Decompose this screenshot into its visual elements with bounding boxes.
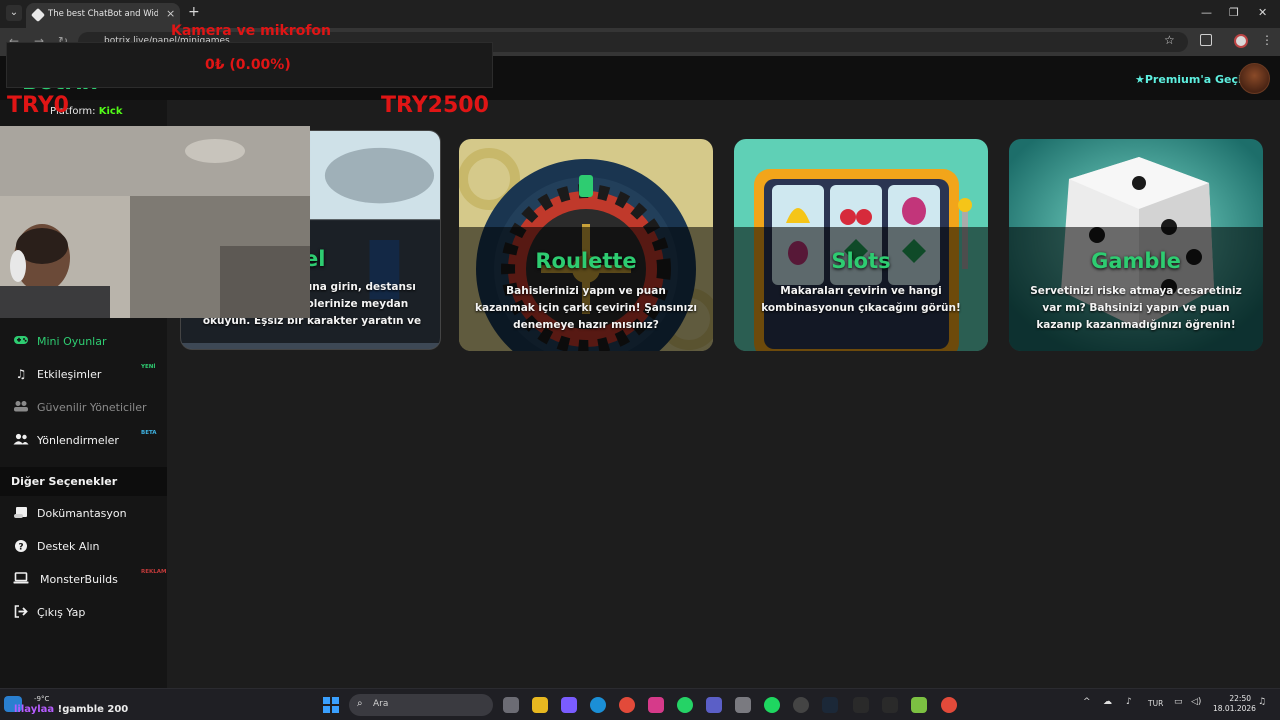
beta-badge: BETA	[141, 430, 157, 436]
capcut-icon[interactable]	[882, 697, 898, 713]
file-explorer-icon[interactable]	[532, 697, 548, 713]
premium-label: Premium'a Geçin	[1144, 73, 1250, 86]
sidebar-item-trusted-managers[interactable]: Güvenilir Yöneticiler	[0, 394, 167, 422]
onedrive-icon[interactable]: ☁	[1103, 697, 1112, 707]
ticker-command: !gamble 200	[57, 704, 129, 715]
section-title: Diğer Seçenekler	[11, 475, 118, 488]
search-icon: ⌕	[357, 698, 363, 709]
card-title: Slots	[831, 249, 891, 273]
search-placeholder: Ara	[373, 699, 389, 709]
clock[interactable]: 22:50 18.01.2026	[1213, 694, 1256, 714]
sidebar-item-label: Çıkış Yap	[37, 606, 86, 619]
sidebar-item-label: Dokümantasyon	[37, 507, 127, 520]
tray-overflow-icon[interactable]: ^	[1083, 697, 1091, 707]
section-other-options: Diğer Seçenekler	[0, 467, 167, 496]
copilot-icon[interactable]	[561, 697, 577, 713]
microphone-icon[interactable]: ♪	[1126, 697, 1132, 707]
site-favicon-icon	[30, 7, 46, 23]
svg-text:?: ?	[18, 543, 23, 553]
browser-menu-icon[interactable]: ⋮	[1261, 33, 1273, 47]
obs-icon[interactable]	[793, 697, 809, 713]
volume-icon[interactable]: ◁)	[1191, 697, 1201, 707]
language-indicator[interactable]: TUR	[1148, 699, 1163, 708]
spotify-icon[interactable]	[764, 697, 780, 713]
scroll-icon	[13, 506, 29, 520]
teams-icon[interactable]	[706, 697, 722, 713]
ad-badge: REKLAM	[141, 569, 167, 575]
tab-title: The best ChatBot and Widgets	[48, 9, 158, 19]
platform-value: Kick	[98, 106, 123, 117]
card-description: Servetinizi riske atmaya cesaretiniz var…	[1030, 285, 1242, 331]
epic-games-icon[interactable]	[853, 697, 869, 713]
android-app-icon[interactable]	[911, 697, 927, 713]
network-icon[interactable]: ▭	[1174, 697, 1183, 707]
task-view-icon[interactable]	[503, 697, 519, 713]
tab-search-icon[interactable]: ⌄	[6, 5, 22, 21]
close-window-icon[interactable]: ✕	[1258, 6, 1267, 19]
card-title: Gamble	[1091, 249, 1181, 273]
clock-date: 18.01.2026	[1213, 704, 1256, 713]
sidebar-item-mini-games[interactable]: Mini Oyunlar	[0, 328, 167, 356]
clock-time: 22:50	[1229, 694, 1251, 703]
game-card-roulette[interactable]: Roulette Bahislerinizi yapın ve puan kaz…	[459, 139, 713, 351]
notification-bell-icon[interactable]: ♫	[1258, 697, 1266, 707]
chrome-active-icon[interactable]	[941, 697, 957, 713]
question-circle-icon: ?	[13, 539, 29, 553]
sidebar-item-support[interactable]: ? Destek Alın	[0, 533, 167, 561]
taskbar-search[interactable]: ⌕ Ara	[349, 694, 493, 716]
webcam-feed	[0, 126, 310, 318]
laptop-icon	[13, 572, 29, 586]
users-muted-icon	[13, 400, 29, 414]
sidebar-item-logout[interactable]: Çıkış Yap	[0, 599, 167, 627]
new-tab-button[interactable]: +	[188, 4, 200, 20]
chrome-icon[interactable]	[619, 697, 635, 713]
users-icon	[13, 433, 29, 447]
temperature: -9°C	[34, 695, 50, 703]
sidebar-item-label: Güvenilir Yöneticiler	[37, 401, 147, 414]
minimize-icon[interactable]: —	[1201, 6, 1212, 19]
maximize-icon[interactable]: ❐	[1229, 6, 1239, 19]
music-note-icon: ♫	[15, 367, 27, 381]
right-balance: TRY2500	[381, 93, 489, 118]
whatsapp-icon[interactable]	[677, 697, 693, 713]
left-balance: TRY0	[7, 93, 69, 118]
sidebar-item-redirects[interactable]: Yönlendirmeler BETA	[0, 427, 167, 455]
game-card-slots[interactable]: Slots Makaraları çevirin ve hangi kombin…	[734, 139, 988, 351]
start-icon[interactable]	[323, 697, 339, 713]
instagram-icon[interactable]	[648, 697, 664, 713]
sidebar-item-label: Etkileşimler	[37, 368, 102, 381]
card-description: Makaraları çevirin ve hangi kombinasyonu…	[761, 285, 961, 314]
sidebar-item-documentation[interactable]: Dokümantasyon	[0, 500, 167, 528]
sidebar-item-label: Yönlendirmeler	[37, 434, 119, 447]
card-title: Roulette	[535, 249, 637, 273]
sidebar-item-monsterbuilds[interactable]: MonsterBuilds REKLAM	[0, 566, 167, 594]
sidebar-item-label: MonsterBuilds	[40, 573, 118, 586]
sidebar-item-label: Mini Oyunlar	[37, 335, 107, 348]
gamepad-icon	[13, 334, 29, 348]
sign-out-icon	[13, 605, 29, 619]
sidebar-item-label: Destek Alın	[37, 540, 100, 553]
profile-avatar-icon[interactable]	[1234, 34, 1248, 48]
premium-link[interactable]: ★Premium'a Geçin	[1135, 73, 1250, 86]
user-avatar[interactable]	[1239, 63, 1270, 94]
star-icon: ★	[1135, 73, 1145, 86]
tab-close-icon[interactable]: ×	[166, 7, 175, 20]
sidebar-item-interactions[interactable]: ♫ Etkileşimler YENİ	[0, 361, 167, 389]
card-description: Bahislerinizi yapın ve puan kazanmak içi…	[475, 285, 697, 331]
steam-icon[interactable]	[822, 697, 838, 713]
ticker-username: lilaylaa	[14, 704, 55, 715]
browser-tab[interactable]: The best ChatBot and Widgets ×	[26, 3, 180, 28]
store-icon[interactable]	[735, 697, 751, 713]
extensions-icon[interactable]	[1200, 34, 1212, 46]
edge-icon[interactable]	[590, 697, 606, 713]
webcam-image	[0, 126, 310, 318]
bookmark-star-icon[interactable]: ☆	[1164, 33, 1175, 47]
windows-taskbar: -9°C lilaylaa !gamble 200 ⌕ Ara ^ ☁ ♪ TU…	[0, 688, 1280, 720]
balance-change: 0₺ (0.00%)	[205, 57, 291, 73]
new-badge: YENİ	[141, 364, 156, 370]
game-card-gamble[interactable]: Gamble Servetinizi riske atmaya cesareti…	[1009, 139, 1263, 351]
chat-ticker: lilaylaa !gamble 200	[14, 704, 128, 715]
camera-mic-label: Kamera ve mikrofon	[171, 23, 331, 39]
